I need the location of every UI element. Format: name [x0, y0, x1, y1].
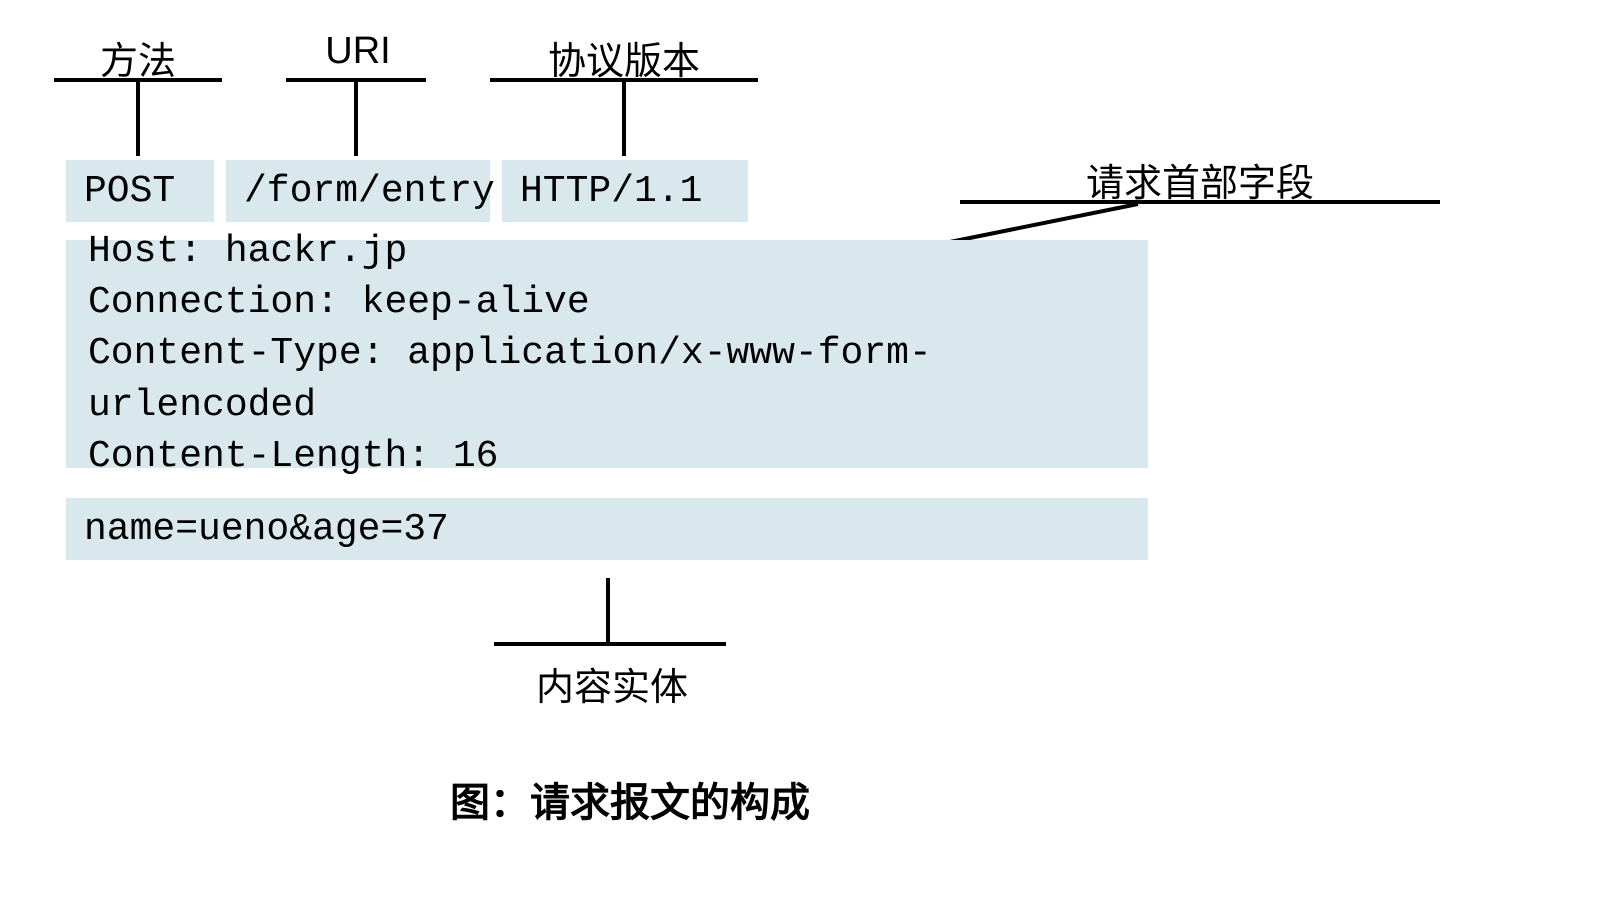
label-uri: URI: [298, 30, 418, 73]
block-method: POST: [66, 160, 214, 222]
label-body: 内容实体: [528, 656, 696, 711]
figure-caption: 图：请求报文的构成: [420, 770, 840, 828]
label-uri-connector: [354, 82, 358, 156]
block-body: name=ueno&age=37: [66, 498, 1148, 560]
header-line-3: Content-Type: application/x-www-form-url…: [88, 328, 1126, 431]
block-headers: Host: hackr.jp Connection: keep-alive Co…: [66, 240, 1148, 468]
label-protocol-connector: [622, 82, 626, 156]
label-body-connector: [606, 578, 610, 642]
block-uri: /form/entry: [226, 160, 490, 222]
label-method: 方法: [68, 30, 208, 85]
label-headers: 请求首部字段: [1060, 152, 1340, 207]
block-protocol: HTTP/1.1: [502, 160, 748, 222]
header-line-1: Host: hackr.jp: [88, 226, 407, 277]
label-method-connector: [136, 82, 140, 156]
label-body-overline: [494, 642, 726, 646]
label-protocol: 协议版本: [524, 30, 724, 85]
header-line-4: Content-Length: 16: [88, 431, 498, 482]
header-line-2: Connection: keep-alive: [88, 277, 590, 328]
